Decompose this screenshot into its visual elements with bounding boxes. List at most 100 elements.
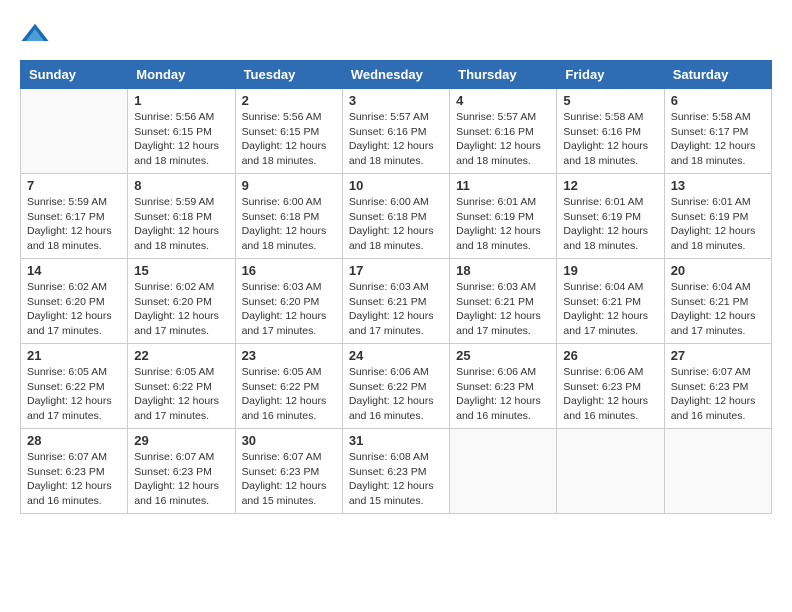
- day-cell: 20 Sunrise: 6:04 AMSunset: 6:21 PMDayligh…: [664, 259, 771, 344]
- day-info: Sunrise: 5:59 AMSunset: 6:18 PMDaylight:…: [134, 195, 228, 254]
- day-info: Sunrise: 6:00 AMSunset: 6:18 PMDaylight:…: [349, 195, 443, 254]
- day-cell: 23Sunrise: 6:05 AMSunset: 6:22 PMDayligh…: [235, 344, 342, 429]
- day-cell: 9 Sunrise: 6:00 AMSunset: 6:18 PMDaylight…: [235, 174, 342, 259]
- day-info: Sunrise: 6:03 AMSunset: 6:21 PMDaylight:…: [456, 280, 550, 339]
- day-info: Sunrise: 5:58 AMSunset: 6:17 PMDaylight:…: [671, 110, 765, 169]
- day-info: Sunrise: 6:06 AMSunset: 6:23 PMDaylight:…: [563, 365, 657, 424]
- day-cell: 14 Sunrise: 6:02 AMSunset: 6:20 PMDayligh…: [21, 259, 128, 344]
- day-info: Sunrise: 5:57 AMSunset: 6:16 PMDaylight:…: [349, 110, 443, 169]
- day-number: 8: [134, 178, 228, 193]
- day-cell: 25Sunrise: 6:06 AMSunset: 6:23 PMDayligh…: [450, 344, 557, 429]
- day-number: 10: [349, 178, 443, 193]
- day-cell: [21, 89, 128, 174]
- day-number: 6: [671, 93, 765, 108]
- header-row: SundayMondayTuesdayWednesdayThursdayFrid…: [21, 61, 772, 89]
- header-friday: Friday: [557, 61, 664, 89]
- day-cell: 24Sunrise: 6:06 AMSunset: 6:22 PMDayligh…: [342, 344, 449, 429]
- day-number: 3: [349, 93, 443, 108]
- day-info: Sunrise: 5:56 AMSunset: 6:15 PMDaylight:…: [134, 110, 228, 169]
- day-info: Sunrise: 6:00 AMSunset: 6:18 PMDaylight:…: [242, 195, 336, 254]
- day-cell: 26Sunrise: 6:06 AMSunset: 6:23 PMDayligh…: [557, 344, 664, 429]
- day-info: Sunrise: 6:01 AMSunset: 6:19 PMDaylight:…: [563, 195, 657, 254]
- day-info: Sunrise: 5:59 AMSunset: 6:17 PMDaylight:…: [27, 195, 121, 254]
- day-cell: [664, 429, 771, 514]
- day-info: Sunrise: 6:01 AMSunset: 6:19 PMDaylight:…: [671, 195, 765, 254]
- day-number: 4: [456, 93, 550, 108]
- week-row-1: 7 Sunrise: 5:59 AMSunset: 6:17 PMDaylight…: [21, 174, 772, 259]
- day-cell: 8 Sunrise: 5:59 AMSunset: 6:18 PMDaylight…: [128, 174, 235, 259]
- day-info: Sunrise: 6:02 AMSunset: 6:20 PMDaylight:…: [27, 280, 121, 339]
- day-number: 28: [27, 433, 121, 448]
- header-sunday: Sunday: [21, 61, 128, 89]
- day-cell: 3 Sunrise: 5:57 AMSunset: 6:16 PMDaylight…: [342, 89, 449, 174]
- day-cell: 5Sunrise: 5:58 AMSunset: 6:16 PMDaylight…: [557, 89, 664, 174]
- week-row-4: 28 Sunrise: 6:07 AMSunset: 6:23 PMDayligh…: [21, 429, 772, 514]
- day-cell: 31Sunrise: 6:08 AMSunset: 6:23 PMDayligh…: [342, 429, 449, 514]
- day-info: Sunrise: 6:06 AMSunset: 6:22 PMDaylight:…: [349, 365, 443, 424]
- day-info: Sunrise: 5:57 AMSunset: 6:16 PMDaylight:…: [456, 110, 550, 169]
- logo: [20, 20, 54, 50]
- day-number: 19: [563, 263, 657, 278]
- day-number: 7: [27, 178, 121, 193]
- day-number: 22: [134, 348, 228, 363]
- header-tuesday: Tuesday: [235, 61, 342, 89]
- day-cell: 4 Sunrise: 5:57 AMSunset: 6:16 PMDaylight…: [450, 89, 557, 174]
- day-cell: 21 Sunrise: 6:05 AMSunset: 6:22 PMDayligh…: [21, 344, 128, 429]
- day-cell: 19 Sunrise: 6:04 AMSunset: 6:21 PMDayligh…: [557, 259, 664, 344]
- day-info: Sunrise: 6:05 AMSunset: 6:22 PMDaylight:…: [242, 365, 336, 424]
- day-cell: 29Sunrise: 6:07 AMSunset: 6:23 PMDayligh…: [128, 429, 235, 514]
- day-cell: 28 Sunrise: 6:07 AMSunset: 6:23 PMDayligh…: [21, 429, 128, 514]
- day-info: Sunrise: 6:02 AMSunset: 6:20 PMDaylight:…: [134, 280, 228, 339]
- day-number: 2: [242, 93, 336, 108]
- day-info: Sunrise: 5:56 AMSunset: 6:15 PMDaylight:…: [242, 110, 336, 169]
- week-row-3: 21 Sunrise: 6:05 AMSunset: 6:22 PMDayligh…: [21, 344, 772, 429]
- week-row-2: 14 Sunrise: 6:02 AMSunset: 6:20 PMDayligh…: [21, 259, 772, 344]
- day-info: Sunrise: 6:07 AMSunset: 6:23 PMDaylight:…: [27, 450, 121, 509]
- day-cell: 11 Sunrise: 6:01 AMSunset: 6:19 PMDayligh…: [450, 174, 557, 259]
- day-number: 20: [671, 263, 765, 278]
- day-number: 11: [456, 178, 550, 193]
- day-number: 27: [671, 348, 765, 363]
- calendar-table: SundayMondayTuesdayWednesdayThursdayFrid…: [20, 60, 772, 514]
- day-number: 16: [242, 263, 336, 278]
- header-monday: Monday: [128, 61, 235, 89]
- day-cell: 1 Sunrise: 5:56 AMSunset: 6:15 PMDaylight…: [128, 89, 235, 174]
- day-info: Sunrise: 6:04 AMSunset: 6:21 PMDaylight:…: [671, 280, 765, 339]
- header-thursday: Thursday: [450, 61, 557, 89]
- day-cell: 7 Sunrise: 5:59 AMSunset: 6:17 PMDaylight…: [21, 174, 128, 259]
- day-number: 17: [349, 263, 443, 278]
- day-number: 14: [27, 263, 121, 278]
- day-info: Sunrise: 6:01 AMSunset: 6:19 PMDaylight:…: [456, 195, 550, 254]
- day-info: Sunrise: 6:03 AMSunset: 6:21 PMDaylight:…: [349, 280, 443, 339]
- day-cell: 15 Sunrise: 6:02 AMSunset: 6:20 PMDayligh…: [128, 259, 235, 344]
- day-number: 9: [242, 178, 336, 193]
- day-info: Sunrise: 6:08 AMSunset: 6:23 PMDaylight:…: [349, 450, 443, 509]
- day-info: Sunrise: 6:04 AMSunset: 6:21 PMDaylight:…: [563, 280, 657, 339]
- day-number: 15: [134, 263, 228, 278]
- day-cell: 6 Sunrise: 5:58 AMSunset: 6:17 PMDaylight…: [664, 89, 771, 174]
- day-cell: 12Sunrise: 6:01 AMSunset: 6:19 PMDayligh…: [557, 174, 664, 259]
- header-saturday: Saturday: [664, 61, 771, 89]
- day-cell: 17 Sunrise: 6:03 AMSunset: 6:21 PMDayligh…: [342, 259, 449, 344]
- day-cell: [557, 429, 664, 514]
- day-cell: 16 Sunrise: 6:03 AMSunset: 6:20 PMDayligh…: [235, 259, 342, 344]
- header-wednesday: Wednesday: [342, 61, 449, 89]
- day-cell: 2 Sunrise: 5:56 AMSunset: 6:15 PMDaylight…: [235, 89, 342, 174]
- day-number: 1: [134, 93, 228, 108]
- day-info: Sunrise: 6:03 AMSunset: 6:20 PMDaylight:…: [242, 280, 336, 339]
- day-info: Sunrise: 6:05 AMSunset: 6:22 PMDaylight:…: [27, 365, 121, 424]
- calendar-body: 1 Sunrise: 5:56 AMSunset: 6:15 PMDaylight…: [21, 89, 772, 514]
- calendar-header: SundayMondayTuesdayWednesdayThursdayFrid…: [21, 61, 772, 89]
- day-cell: 10 Sunrise: 6:00 AMSunset: 6:18 PMDayligh…: [342, 174, 449, 259]
- day-info: Sunrise: 6:07 AMSunset: 6:23 PMDaylight:…: [671, 365, 765, 424]
- day-cell: 30Sunrise: 6:07 AMSunset: 6:23 PMDayligh…: [235, 429, 342, 514]
- logo-icon: [20, 20, 50, 50]
- day-cell: 27 Sunrise: 6:07 AMSunset: 6:23 PMDayligh…: [664, 344, 771, 429]
- day-number: 21: [27, 348, 121, 363]
- day-cell: 22Sunrise: 6:05 AMSunset: 6:22 PMDayligh…: [128, 344, 235, 429]
- day-info: Sunrise: 6:06 AMSunset: 6:23 PMDaylight:…: [456, 365, 550, 424]
- day-info: Sunrise: 5:58 AMSunset: 6:16 PMDaylight:…: [563, 110, 657, 169]
- day-cell: [450, 429, 557, 514]
- day-info: Sunrise: 6:07 AMSunset: 6:23 PMDaylight:…: [242, 450, 336, 509]
- day-number: 29: [134, 433, 228, 448]
